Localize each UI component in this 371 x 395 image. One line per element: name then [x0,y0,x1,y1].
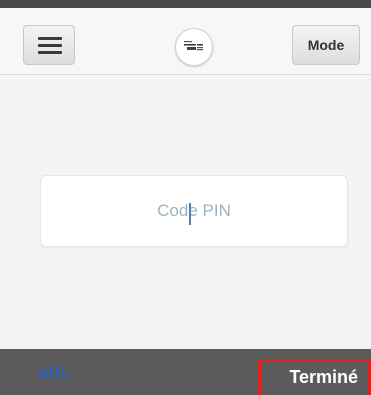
done-button[interactable]: Terminé [258,359,371,395]
status-strip [0,0,371,8]
logo-mark [184,41,203,51]
menu-button[interactable] [23,25,75,65]
main-content [0,75,371,349]
keyboard-accessory-bar: ABC Terminé [0,349,371,395]
abc-key[interactable]: ABC [37,363,72,383]
hamburger-menu-icon-line [38,44,62,47]
hamburger-menu-icon [38,37,62,40]
app-logo-icon [175,28,213,66]
pin-field-container[interactable] [40,175,348,247]
text-caret [189,203,191,225]
hamburger-menu-icon-line [38,51,62,54]
mode-button[interactable]: Mode [292,25,360,65]
pin-input[interactable] [41,176,347,246]
app-header: Mode [0,8,371,75]
